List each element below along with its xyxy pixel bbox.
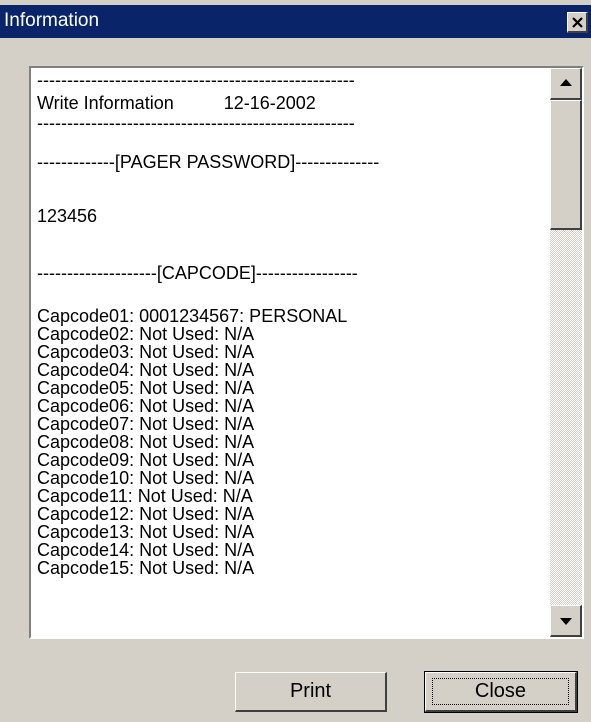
text-viewport: ----------------------------------------…: [31, 68, 547, 637]
separator-line: ----------------------------------------…: [37, 113, 355, 133]
scroll-thumb[interactable]: [550, 100, 582, 230]
close-x-icon: [572, 17, 583, 28]
password-value: 123456: [37, 206, 98, 226]
print-button[interactable]: Print: [235, 672, 387, 712]
title-close-button[interactable]: [567, 12, 588, 33]
write-info-line: Write Information 12-16-2002: [37, 93, 316, 113]
close-button-label: Close: [474, 680, 527, 702]
pager-password-header: -------------[PAGER PASSWORD]-----------…: [37, 152, 380, 172]
information-dialog: Information ----------------------------…: [0, 0, 591, 722]
information-text-area[interactable]: ----------------------------------------…: [29, 66, 584, 639]
scroll-down-button[interactable]: [550, 605, 582, 637]
scroll-up-button[interactable]: [550, 68, 582, 100]
vertical-scrollbar[interactable]: [550, 68, 582, 637]
arrow-down-icon: [560, 618, 572, 625]
text-content: ----------------------------------------…: [37, 70, 379, 578]
capcode-header: --------------------[CAPCODE]-----------…: [37, 263, 358, 283]
window-title: Information: [4, 10, 100, 31]
arrow-up-icon: [560, 79, 572, 86]
close-button[interactable]: Close: [424, 671, 578, 713]
separator-line: ----------------------------------------…: [37, 70, 355, 90]
title-bar[interactable]: Information: [0, 5, 591, 38]
capcode-line: Capcode15: Not Used: N/A: [37, 558, 255, 578]
print-button-label: Print: [289, 680, 332, 702]
